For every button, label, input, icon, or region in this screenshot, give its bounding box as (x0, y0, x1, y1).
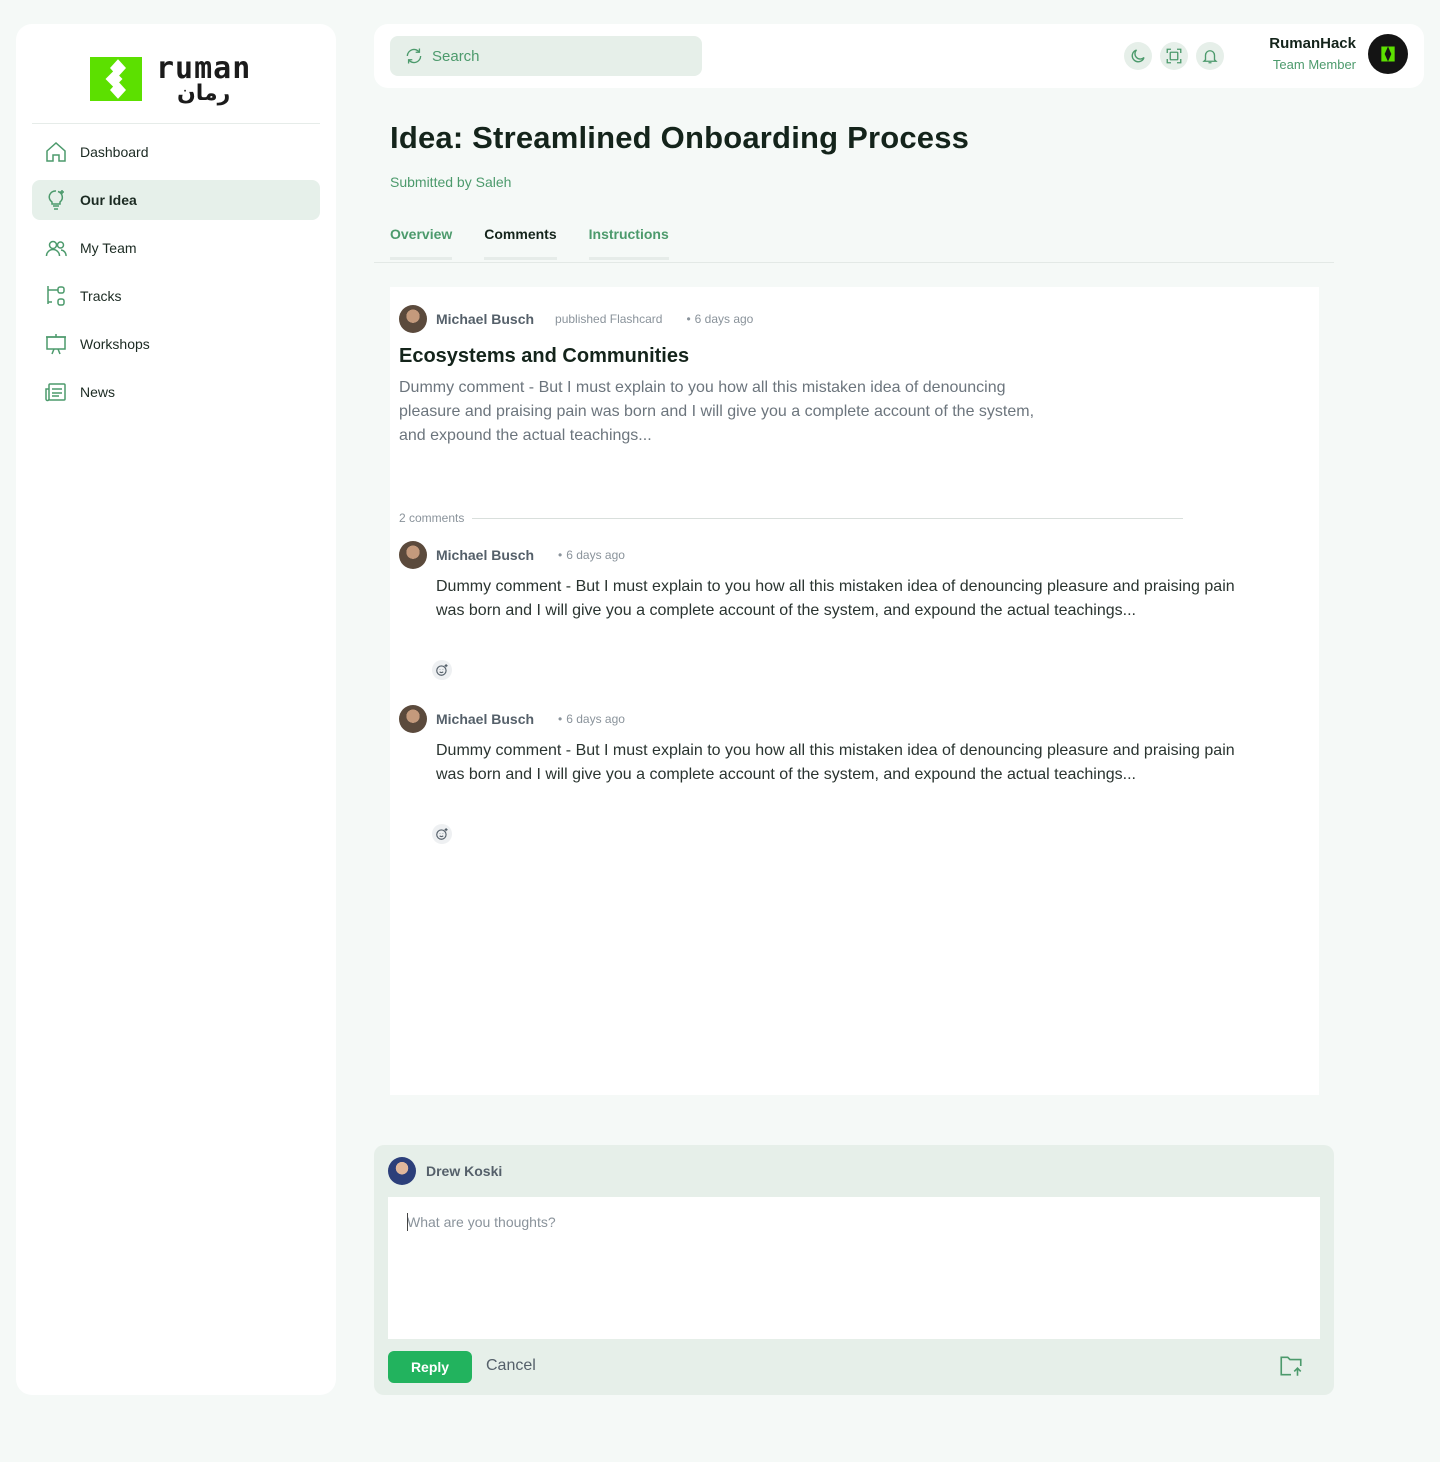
search-placeholder: Search (432, 47, 480, 65)
newspaper-icon (44, 380, 68, 404)
separator-dot: • (558, 712, 563, 726)
separator-dot: • (686, 312, 691, 326)
post-time: 6 days ago (694, 312, 754, 326)
lightbulb-icon (44, 188, 68, 212)
reply-button[interactable]: Reply (388, 1351, 472, 1383)
sidebar-item-my-team[interactable]: My Team (32, 228, 320, 268)
user-role: Team Member (1272, 57, 1356, 72)
post-action: published Flashcard (555, 312, 663, 326)
comment-author[interactable]: Michael Busch (436, 547, 534, 563)
avatar[interactable] (388, 1157, 416, 1185)
sidebar-item-tracks[interactable]: Tracks (32, 276, 320, 316)
reply-textarea[interactable] (388, 1197, 1320, 1339)
comments-count-label: 2 comments (399, 511, 465, 525)
comment-time: 6 days ago (566, 712, 625, 726)
post-card: Michael Busch published Flashcard • 6 da… (390, 287, 1319, 1095)
refresh-search-icon (404, 46, 424, 66)
avatar[interactable] (399, 705, 427, 733)
tab-comments[interactable]: Comments (484, 226, 557, 260)
sidebar: ruman رمان Dashboard Our Idea My Team Tr… (16, 24, 336, 1395)
sidebar-item-label: Dashboard (80, 144, 149, 160)
tracks-icon (44, 284, 68, 308)
reply-user: Drew Koski (388, 1157, 502, 1185)
sidebar-item-label: Our Idea (80, 192, 137, 208)
sidebar-nav: Dashboard Our Idea My Team Tracks Worksh… (32, 132, 320, 420)
comment-text: Dummy comment - But I must explain to yo… (436, 742, 1235, 783)
tab-instructions[interactable]: Instructions (588, 226, 669, 260)
tabs-divider (374, 262, 1334, 263)
comments-divider (472, 517, 1183, 519)
logo-wordmark-arabic: رمان (176, 80, 231, 105)
post-meta: Michael Busch published Flashcard • 6 da… (399, 305, 753, 333)
sidebar-item-dashboard[interactable]: Dashboard (32, 132, 320, 172)
sidebar-item-news[interactable]: News (32, 372, 320, 412)
moon-icon[interactable] (1124, 42, 1152, 70)
ruman-mark-icon (1381, 46, 1395, 62)
topbar: Search RumanHack Team Member (374, 24, 1424, 88)
separator-dot: • (558, 548, 563, 562)
logo[interactable]: ruman رمان (90, 54, 251, 104)
post-title: Ecosystems and Communities (399, 345, 690, 367)
upload-folder-icon[interactable] (1278, 1353, 1304, 1384)
user-name: RumanHack (1269, 35, 1356, 52)
scan-icon[interactable] (1160, 42, 1188, 70)
avatar[interactable] (1368, 34, 1408, 74)
comment-text: Dummy comment - But I must explain to yo… (436, 578, 1235, 619)
comments-count: 2 comments (399, 511, 1183, 525)
comment-meta: Michael Busch • 6 days ago (399, 705, 625, 733)
sidebar-divider (32, 123, 320, 124)
topbar-icons (1124, 42, 1224, 70)
sidebar-item-label: Tracks (80, 288, 122, 304)
submitted-by: Submitted by Saleh (390, 174, 512, 190)
avatar[interactable] (399, 305, 427, 333)
home-icon (44, 140, 68, 164)
tabs: Overview Comments Instructions (390, 226, 669, 260)
avatar[interactable] (399, 541, 427, 569)
reply-user-name: Drew Koski (426, 1163, 503, 1179)
sidebar-item-our-idea[interactable]: Our Idea (32, 180, 320, 220)
tab-overview[interactable]: Overview (390, 226, 453, 260)
add-reaction-icon[interactable] (432, 660, 452, 680)
comment-time: 6 days ago (566, 548, 625, 562)
sidebar-item-label: News (80, 384, 116, 400)
search-input[interactable]: Search (390, 36, 702, 76)
comment-meta: Michael Busch • 6 days ago (399, 541, 625, 569)
presentation-icon (44, 332, 68, 356)
users-icon (44, 236, 68, 260)
post-author[interactable]: Michael Busch (436, 311, 534, 327)
sidebar-item-workshops[interactable]: Workshops (32, 324, 320, 364)
bell-icon[interactable] (1196, 42, 1224, 70)
post-body: Dummy comment - But I must explain to yo… (399, 379, 1035, 444)
add-reaction-icon[interactable] (432, 824, 452, 844)
comment-author[interactable]: Michael Busch (436, 711, 534, 727)
reply-box: Drew Koski Reply Cancel (374, 1145, 1334, 1395)
page-title: Idea: Streamlined Onboarding Process (390, 120, 970, 155)
ruman-logo-icon (90, 57, 142, 101)
sidebar-item-label: My Team (80, 240, 137, 256)
user-info[interactable]: RumanHack Team Member (1269, 35, 1356, 72)
cancel-button[interactable]: Cancel (486, 1357, 536, 1375)
text-caret (407, 1213, 408, 1231)
sidebar-item-label: Workshops (80, 336, 150, 352)
